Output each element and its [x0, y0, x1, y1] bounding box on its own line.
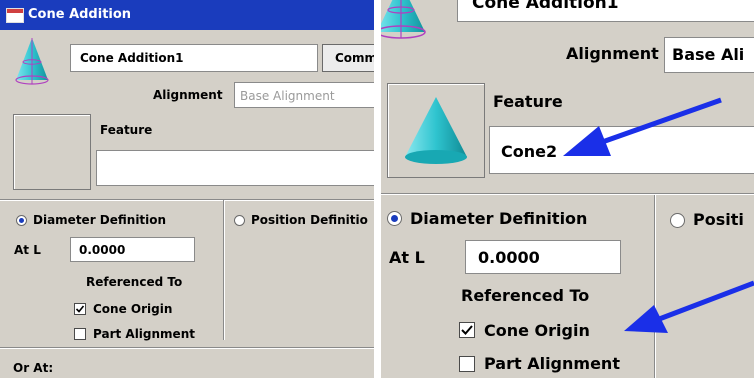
cone-icon	[405, 97, 467, 164]
arrow-icon	[624, 280, 754, 333]
feature-label: Feature	[493, 92, 563, 111]
cone-origin-label: Cone Origin	[484, 321, 590, 340]
part-alignment-checkbox[interactable]	[74, 328, 86, 340]
divider	[224, 200, 225, 340]
position-definition-label: Positi	[693, 210, 744, 229]
position-definition-radio[interactable]	[670, 213, 685, 228]
checkmark-icon	[461, 325, 473, 335]
comment-button[interactable]: Comm	[322, 44, 374, 72]
alignment-label: Alignment	[566, 44, 659, 63]
part-alignment-label: Part Alignment	[93, 327, 195, 341]
alignment-field[interactable]: Base Alignment	[234, 82, 374, 108]
cone-origin-label: Cone Origin	[93, 302, 173, 316]
feature-name-field[interactable]: Cone Addition1	[457, 0, 754, 22]
feature-label: Feature	[100, 123, 153, 137]
alignment-field[interactable]: Base Ali	[664, 37, 754, 73]
divider	[381, 194, 754, 195]
title-bar: Cone Addition	[0, 0, 374, 30]
diameter-definition-radio[interactable]	[16, 215, 27, 226]
position-definition-radio[interactable]	[234, 215, 245, 226]
referenced-to-label: Referenced To	[461, 286, 590, 305]
at-l-label: At L	[389, 248, 425, 267]
diameter-definition-radio[interactable]	[387, 211, 402, 226]
or-at-label: Or At:	[13, 361, 54, 375]
comment-button-label: Comm	[335, 51, 374, 65]
at-l-value: 0.0000	[478, 248, 540, 267]
part-alignment-label: Part Alignment	[484, 354, 620, 373]
at-l-label: At L	[14, 243, 41, 257]
cone-origin-checkbox[interactable]	[459, 322, 475, 338]
arrow-icon	[563, 97, 722, 156]
feature-picture-box[interactable]	[387, 83, 485, 178]
position-definition-label: Position Definitio	[251, 213, 368, 227]
divider	[0, 200, 374, 201]
divider	[0, 348, 374, 349]
at-l-value: 0.0000	[79, 243, 126, 257]
diameter-definition-label: Diameter Definition	[410, 209, 588, 228]
feature-picture-box[interactable]	[13, 114, 91, 190]
window-icon	[6, 8, 24, 23]
feature-name-text: Cone Addition1	[80, 51, 184, 65]
feature-name-field[interactable]: Cone Addition1	[70, 44, 318, 72]
alignment-value: Base Alignment	[240, 89, 335, 103]
at-l-field[interactable]: 0.0000	[70, 237, 195, 262]
feature-field-text: Cone2	[501, 142, 558, 161]
window-title: Cone Addition	[28, 7, 132, 22]
panel-separator	[374, 0, 381, 378]
left-dialog-panel: Cone Addition Cone Addition1 Comm Alignm…	[0, 0, 374, 378]
cone-icon	[15, 38, 49, 85]
feature-name-text: Cone Addition1	[472, 0, 619, 13]
cone-origin-checkbox[interactable]	[74, 303, 86, 315]
alignment-label: Alignment	[153, 88, 223, 102]
checkmark-icon	[75, 305, 85, 313]
diameter-definition-label: Diameter Definition	[33, 213, 167, 227]
referenced-to-label: Referenced To	[86, 275, 183, 289]
right-zoomed-panel: Cone Addition1 Alignment Base Ali Featur…	[381, 0, 754, 378]
at-l-field[interactable]: 0.0000	[465, 240, 621, 274]
part-alignment-checkbox[interactable]	[459, 356, 475, 372]
alignment-value: Base Ali	[672, 45, 745, 64]
feature-field[interactable]	[96, 150, 374, 186]
cone-icon	[381, 0, 426, 39]
